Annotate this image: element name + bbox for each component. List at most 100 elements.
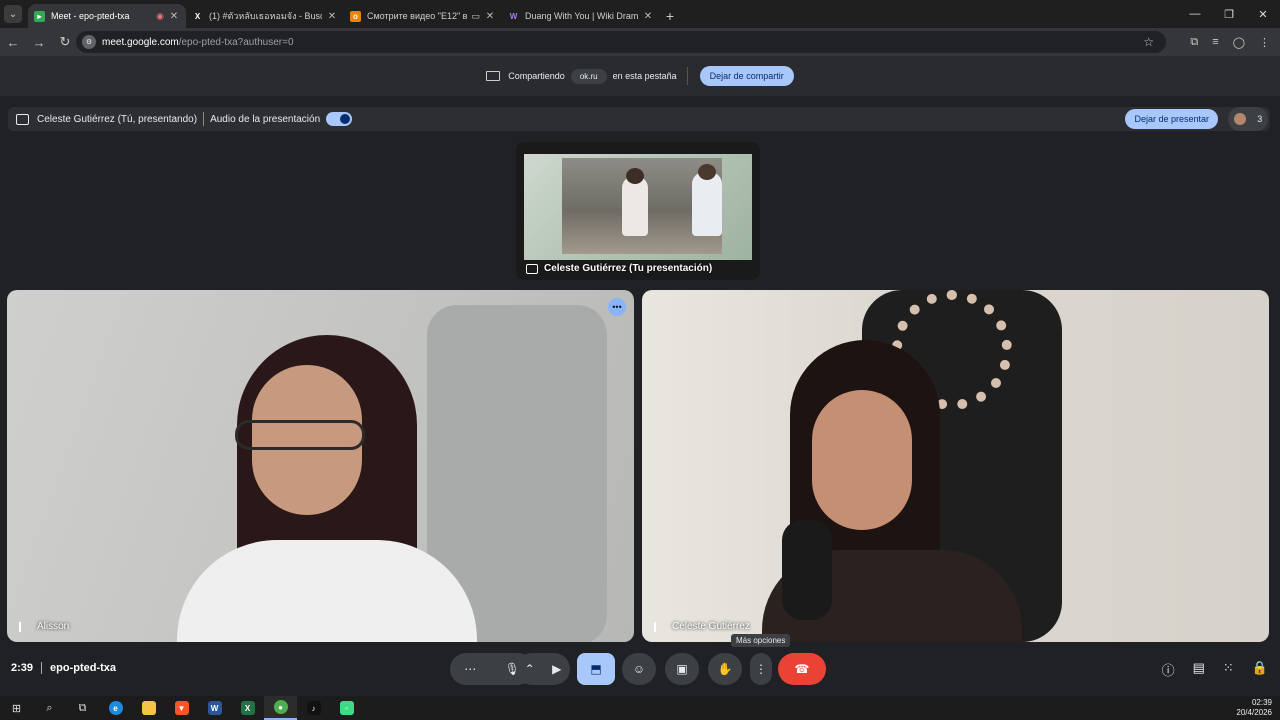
audio-label: Audio de la presentación — [210, 113, 321, 125]
more-options-tooltip: Más opciones — [731, 634, 791, 647]
url-path: /epo-pted-txa?authuser=0 — [178, 36, 294, 48]
presentation-caption-text: Celeste Gutiérrez (Tu presentación) — [544, 263, 713, 274]
clock-date: 20/4/2026 — [1236, 708, 1272, 717]
tiktok-icon[interactable]: ♪ — [297, 696, 330, 720]
tab-sharing-banner: Compartiendo ok.ru en esta pestaña Dejar… — [0, 56, 1280, 96]
tab-label: (1) #ตัวหลับเธอหอมจัง - Buscar / X — [209, 11, 322, 21]
stop-sharing-button[interactable]: Dejar de compartir — [699, 66, 794, 86]
edge-icon[interactable]: e — [99, 696, 132, 720]
leave-call-button[interactable]: ☎ — [778, 653, 826, 685]
wiki-favicon-icon: W — [509, 11, 518, 21]
start-icon[interactable]: ⊞ — [0, 696, 33, 720]
browser-menu-icon[interactable]: ⋮ — [1259, 36, 1270, 49]
participant-tile-celeste[interactable]: Celeste Gutiérrez — [642, 290, 1269, 642]
presentation-caption: Celeste Gutiérrez (Tu presentación) — [526, 263, 712, 274]
meeting-details-icon[interactable]: ⓘ — [1162, 660, 1175, 679]
host-controls-icon[interactable]: 🔒 — [1252, 660, 1268, 679]
present-button[interactable]: ⬒ — [577, 653, 615, 685]
tab-ok[interactable]: o Смотрите видео "E12" в OK ▭ ✕ — [344, 4, 502, 28]
video-scene — [562, 158, 722, 254]
chat-icon[interactable]: ▤ — [1193, 660, 1205, 679]
reactions-button[interactable]: ☺ — [622, 653, 656, 685]
participants-button[interactable]: 3 — [1228, 107, 1268, 131]
shared-site-chip: ok.ru — [570, 68, 607, 84]
url-host: meet.google.com — [102, 36, 179, 48]
task-view-icon[interactable]: ⧉ — [66, 696, 99, 720]
participant-tile-alisson[interactable]: ••• Alisson — [7, 290, 634, 642]
url-input[interactable]: ⚙ meet.google.com/epo-pted-txa?authuser=… — [76, 31, 1166, 53]
close-tab-icon[interactable]: ✕ — [326, 11, 338, 22]
side-panel-icons: ⓘ ▤ ⁙ 🔒 — [1162, 660, 1268, 679]
reload-icon[interactable]: ↻ — [52, 34, 78, 50]
presentation-audio-toggle[interactable] — [326, 112, 353, 126]
tab-wiki[interactable]: W Duang With You | Wiki Drama ✕ — [502, 4, 660, 28]
camera-icon[interactable]: ▶ — [552, 662, 561, 676]
glasses — [235, 420, 365, 450]
ok-favicon-icon: o — [350, 10, 361, 22]
share-prefix: Compartiendo — [508, 71, 565, 81]
media-controls-icon[interactable]: ≡ — [1212, 36, 1218, 48]
participant-count: 3 — [1257, 114, 1263, 124]
presentation-tile[interactable]: Celeste Gutiérrez (Tu presentación) — [516, 142, 760, 280]
presentation-preview — [524, 154, 752, 260]
close-tab-icon[interactable]: ✕ — [642, 11, 654, 22]
toolbar-icons: ⧉ ≡ ◯ ⋮ — [1190, 28, 1270, 56]
captions-icon: ▣ — [676, 662, 688, 676]
meeting-info: 2:39 epo-pted-txa — [11, 662, 116, 674]
presenting-bar: Celeste Gutiérrez (Tú, presentando) Audi… — [8, 107, 1270, 131]
profile-icon[interactable]: ◯ — [1233, 36, 1245, 49]
activities-icon[interactable]: ⁙ — [1223, 660, 1234, 679]
divider — [41, 662, 43, 674]
bookmark-star-icon[interactable]: ☆ — [1143, 35, 1154, 49]
close-tab-icon[interactable]: ✕ — [168, 11, 180, 22]
more-vertical-icon: ⋮ — [755, 662, 767, 676]
recording-icon: ◉ — [156, 10, 164, 21]
audio-settings-icon[interactable]: ⋯ — [464, 662, 476, 676]
hand-icon: ✋ — [717, 662, 733, 676]
tab-label: Meet - epo-pted-txa — [51, 11, 130, 21]
x-favicon-icon: X — [194, 11, 201, 21]
file-explorer-icon[interactable] — [132, 696, 165, 720]
search-icon[interactable]: ⌕ — [33, 696, 66, 720]
meet-favicon-icon: ▸ — [34, 10, 45, 22]
present-icon — [16, 113, 29, 125]
tab-label: Duang With You | Wiki Drama — [525, 11, 638, 21]
tab-x[interactable]: X (1) #ตัวหลับเธอหอมจัง - Buscar / X ✕ — [186, 4, 344, 28]
new-tab-icon[interactable]: + — [660, 4, 680, 28]
restore-icon[interactable]: ❐ — [1212, 0, 1246, 28]
close-window-icon[interactable]: ✕ — [1246, 0, 1280, 28]
figure-left-head — [626, 168, 644, 184]
forward-icon[interactable]: → — [26, 35, 52, 50]
brave-icon[interactable]: ▼ — [165, 696, 198, 720]
chevron-up-icon[interactable]: ⌃ — [525, 662, 535, 676]
more-options-button[interactable]: ⋮ — [750, 653, 772, 685]
excel-icon[interactable]: X — [231, 696, 264, 720]
video-controls: ⌃ ▶ — [516, 653, 570, 685]
stop-presenting-button[interactable]: Dejar de presentar — [1125, 109, 1218, 129]
present-screen-icon: ⬒ — [590, 662, 602, 676]
raise-hand-button[interactable]: ✋ — [708, 653, 742, 685]
participant-name: Celeste Gutiérrez — [654, 621, 750, 632]
minimize-icon[interactable]: — — [1178, 0, 1212, 28]
extensions-icon[interactable]: ⧉ — [1190, 36, 1198, 49]
back-icon[interactable]: ← — [0, 35, 26, 50]
word-icon[interactable]: W — [198, 696, 231, 720]
chat-app-icon[interactable]: ▫ — [330, 696, 363, 720]
media-icon: ▭ — [471, 10, 480, 21]
tab-search-icon[interactable]: ⌄ — [4, 5, 22, 23]
captions-button[interactable]: ▣ — [665, 653, 699, 685]
participant-name-text: Celeste Gutiérrez — [672, 621, 750, 632]
more-options-icon[interactable]: ••• — [608, 298, 626, 316]
chrome-icon[interactable]: ● — [264, 696, 297, 720]
share-suffix: en esta pestaña — [612, 71, 677, 81]
audio-indicator-icon — [19, 621, 27, 632]
os-taskbar: ⊞ ⌕ ⧉ e ▼ W X ● ♪ ▫ 02:39 20/4/2026 — [0, 696, 1280, 720]
screen-share-icon — [486, 71, 501, 81]
system-clock[interactable]: 02:39 20/4/2026 — [1236, 698, 1272, 718]
audio-indicator-icon — [654, 621, 662, 632]
site-info-icon[interactable]: ⚙ — [82, 35, 96, 49]
tab-meet[interactable]: ▸ Meet - epo-pted-txa ◉ ✕ — [28, 4, 186, 28]
close-tab-icon[interactable]: ✕ — [484, 11, 496, 22]
window-controls: — ❐ ✕ — [1178, 0, 1280, 28]
divider — [203, 112, 205, 126]
